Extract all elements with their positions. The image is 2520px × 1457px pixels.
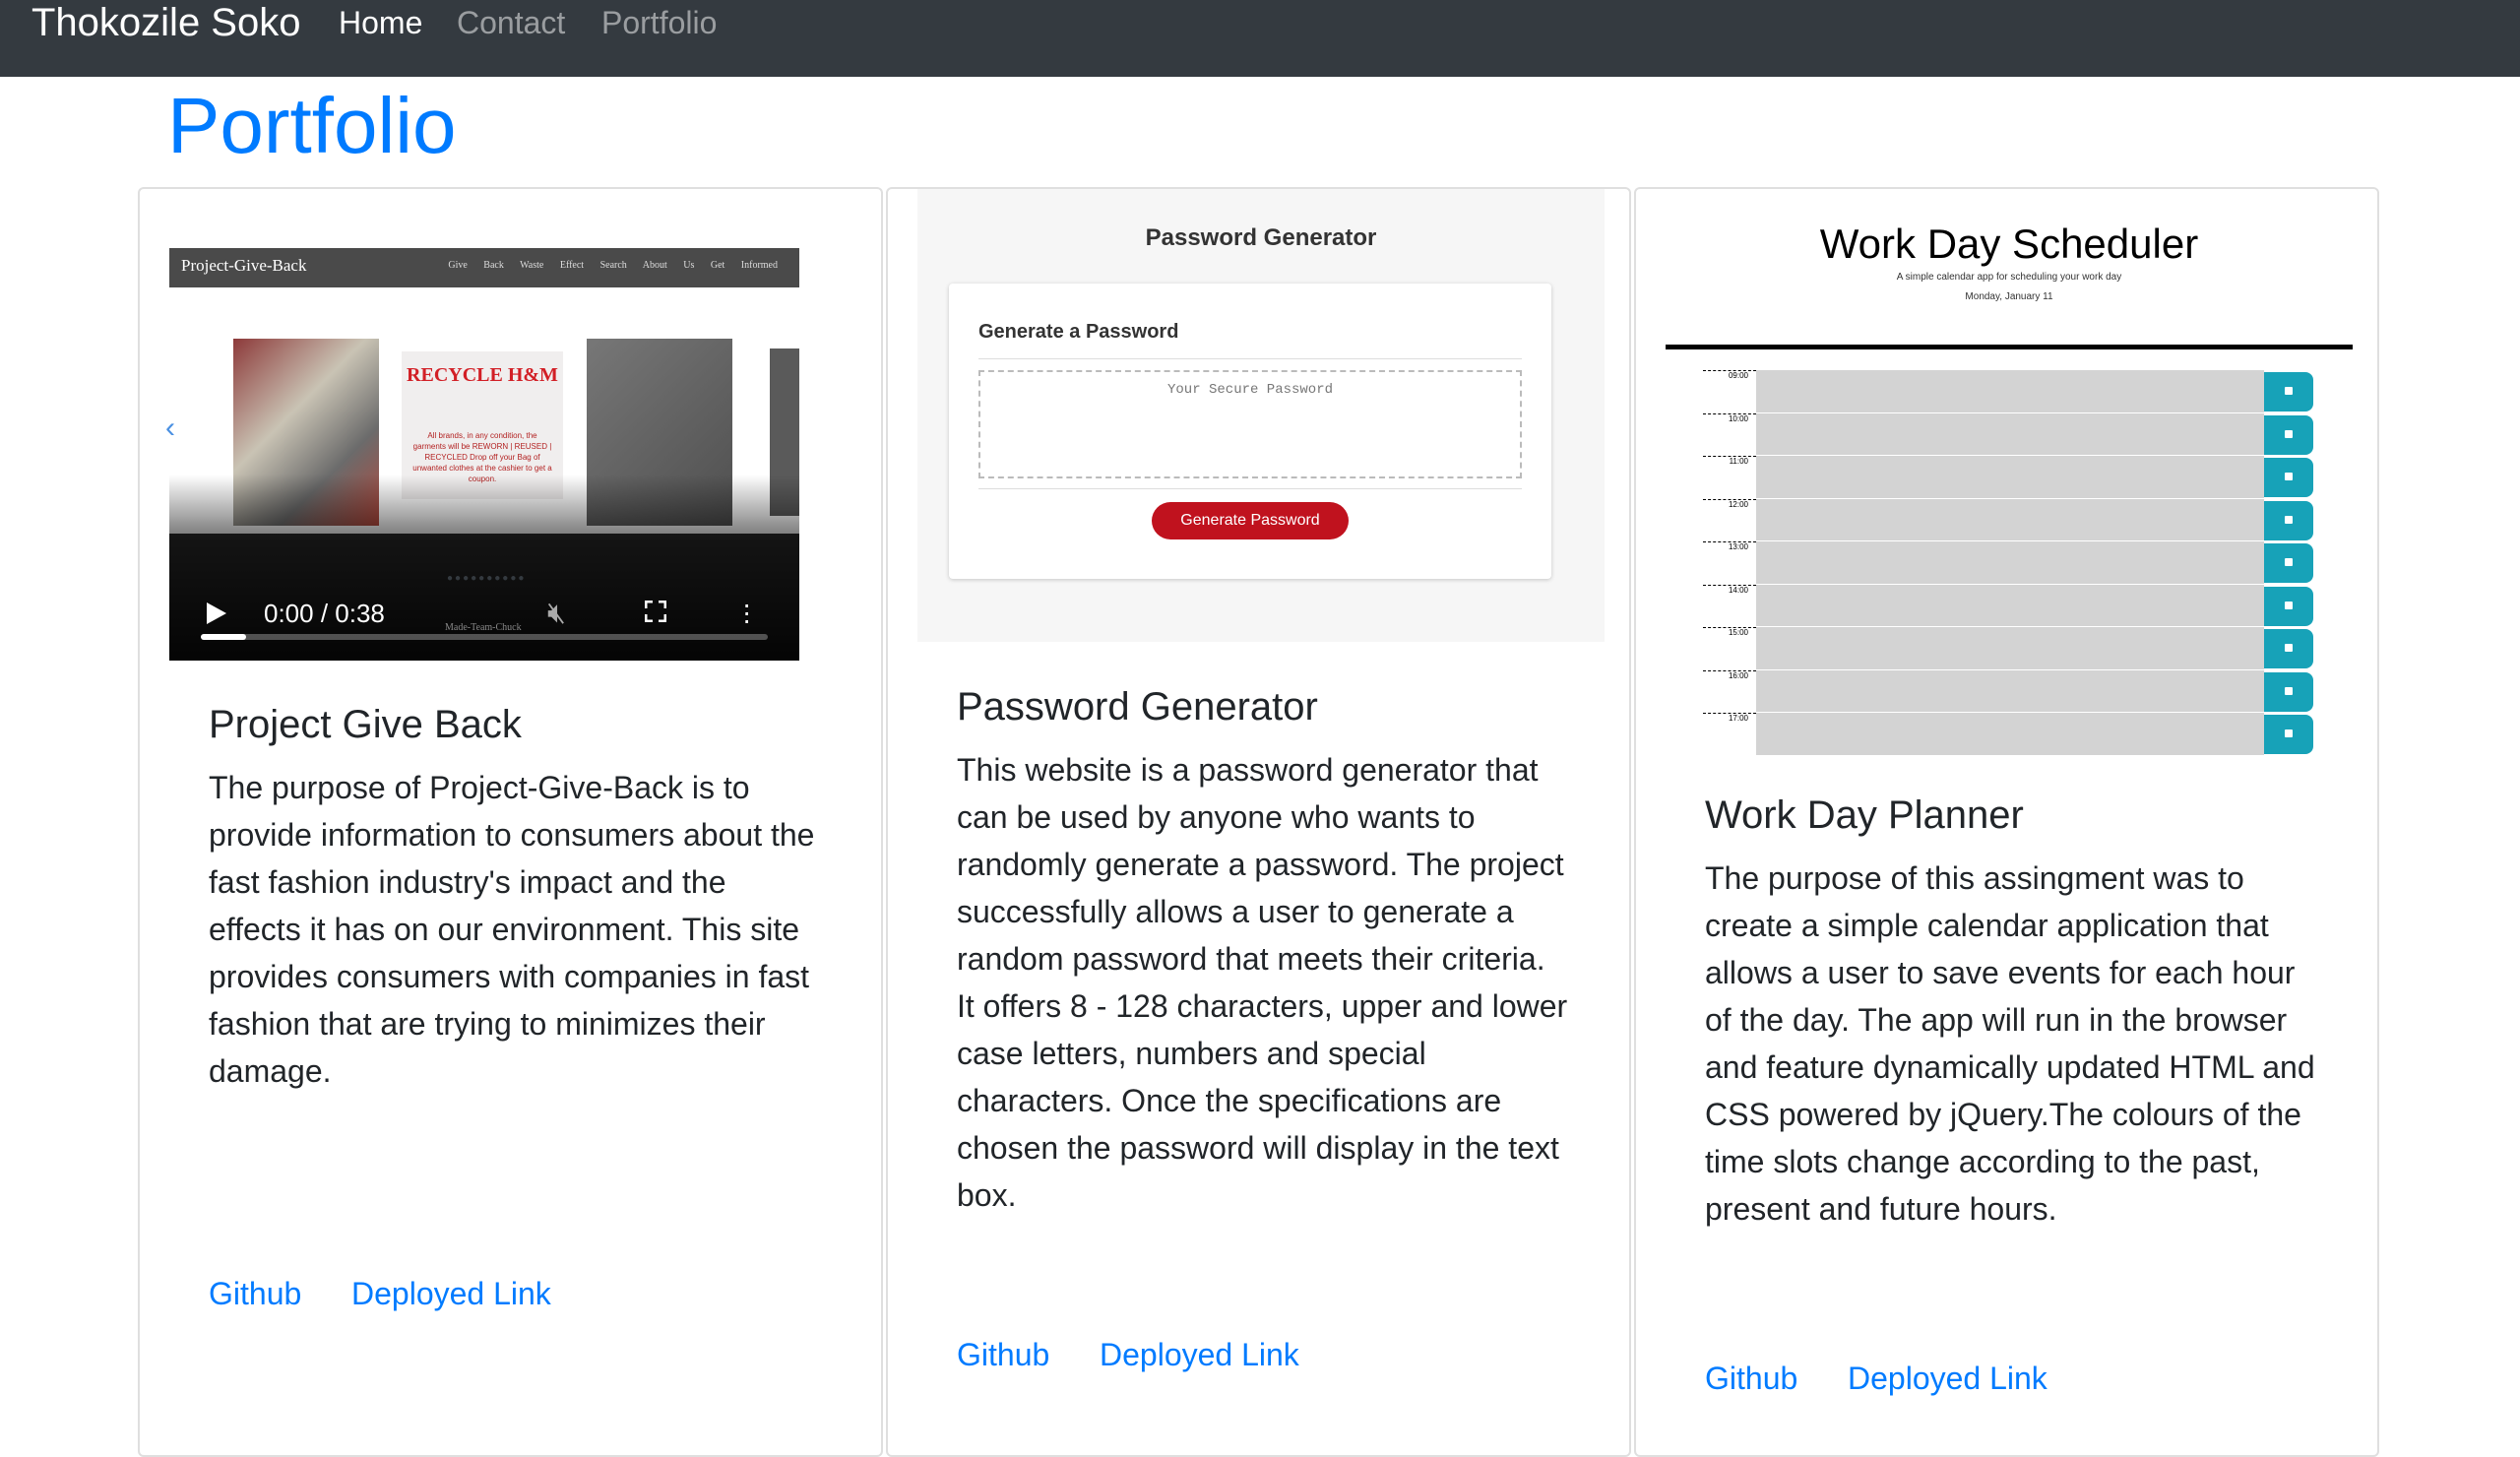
wd-hour-label: 13:00	[1703, 541, 1756, 585]
wd-hour-label: 15:00	[1703, 627, 1756, 670]
wd-save-button	[2264, 500, 2313, 540]
play-icon[interactable]	[207, 602, 226, 624]
divider	[978, 358, 1522, 359]
pw-preview-card: Generate a Password Your Secure Password…	[949, 284, 1551, 579]
lock-icon	[2285, 644, 2293, 652]
project-card-password-generator: Password Generator Generate a Password Y…	[886, 187, 1631, 1457]
divider	[1666, 345, 2353, 349]
video-site-header: Project-Give-Back Give Back Waste Effect…	[169, 248, 799, 287]
wd-hour-label: 16:00	[1703, 669, 1756, 714]
project-card-work-day-planner: Work Day Scheduler A simple calendar app…	[1634, 187, 2379, 1457]
card-title: Work Day Planner	[1705, 793, 2024, 837]
wd-event-slot	[1756, 498, 2264, 541]
lock-icon	[2285, 515, 2293, 524]
card-title: Password Generator	[957, 685, 1318, 728]
card-body: Password Generator This website is a pas…	[957, 683, 1570, 1219]
card-body: Project Give Back The purpose of Project…	[209, 701, 822, 1095]
lock-icon	[2285, 429, 2293, 438]
wd-hour-row: 11:00	[1703, 456, 2313, 499]
lock-icon	[2285, 387, 2293, 395]
generate-password-button: Generate Password	[1152, 502, 1349, 539]
wd-hour-row: 13:00	[1703, 541, 2313, 585]
wd-hour-label: 11:00	[1703, 456, 1756, 499]
wd-event-slot	[1756, 370, 2264, 413]
lock-icon	[2285, 686, 2293, 695]
wd-preview-subtitle: A simple calendar app for scheduling you…	[1896, 272, 2122, 283]
video-seek-progress	[201, 634, 247, 640]
work-day-scheduler-preview: Work Day Scheduler A simple calendar app…	[1666, 189, 2353, 770]
wd-save-button	[2264, 414, 2313, 455]
pw-preview-placeholder: Your Secure Password	[1166, 382, 1334, 398]
lock-icon	[2285, 473, 2293, 480]
wd-event-slot	[1756, 669, 2264, 713]
navbar: Thokozile Soko Home Contact Portfolio	[0, 0, 2520, 77]
navbar-brand[interactable]: Thokozile Soko	[32, 0, 300, 45]
pw-preview-title: Password Generator	[1145, 224, 1377, 251]
card-text: This website is a password generator tha…	[957, 752, 1568, 1213]
wd-save-button	[2264, 671, 2313, 712]
deployed-link[interactable]: Deployed Link	[1100, 1335, 1299, 1374]
github-link[interactable]: Github	[209, 1274, 301, 1313]
project-card-give-back: Project-Give-Back Give Back Waste Effect…	[138, 187, 883, 1457]
video-seek-bar[interactable]	[201, 634, 768, 640]
github-link[interactable]: Github	[957, 1335, 1049, 1374]
project-video[interactable]: Project-Give-Back Give Back Waste Effect…	[169, 248, 799, 661]
wd-save-button	[2264, 715, 2313, 754]
wd-event-slot	[1756, 627, 2264, 670]
wd-hour-label: 17:00	[1703, 713, 1756, 756]
wd-preview-title: Work Day Scheduler	[1819, 221, 2199, 267]
pw-preview-heading: Generate a Password	[978, 321, 1179, 343]
card-body: Work Day Planner The purpose of this ass…	[1705, 792, 2318, 1233]
deployed-link[interactable]: Deployed Link	[1848, 1359, 2048, 1398]
wd-hour-label: 12:00	[1703, 498, 1756, 542]
lock-icon	[2285, 729, 2293, 737]
card-text: The purpose of Project-Give-Back is to p…	[209, 770, 815, 1089]
more-options-icon[interactable]: · · ·	[742, 591, 751, 634]
wd-hour-row: 15:00	[1703, 627, 2313, 670]
nav-link-portfolio[interactable]: Portfolio	[601, 4, 717, 41]
wd-hour-row: 14:00	[1703, 584, 2313, 628]
github-link[interactable]: Github	[1705, 1359, 1797, 1398]
fullscreen-icon[interactable]	[645, 601, 666, 622]
deployed-link[interactable]: Deployed Link	[351, 1274, 551, 1313]
wd-event-slot	[1756, 412, 2264, 456]
wd-hour-row: 10:00	[1703, 412, 2313, 457]
wd-hour-label: 10:00	[1703, 412, 1756, 457]
wd-save-button	[2264, 586, 2313, 626]
carousel-prev-icon[interactable]: ‹	[165, 412, 175, 445]
wd-hour-row: 17:00	[1703, 713, 2313, 756]
wd-preview-date: Monday, January 11	[1965, 291, 2053, 302]
wd-event-slot	[1756, 713, 2264, 756]
nav-link-home[interactable]: Home	[339, 4, 422, 41]
lock-icon	[2285, 558, 2293, 566]
wd-save-button	[2264, 543, 2313, 583]
wd-hour-row: 16:00	[1703, 669, 2313, 714]
video-site-title: Project-Give-Back	[181, 256, 307, 275]
page-title: Portfolio	[167, 82, 457, 169]
wd-hour-label: 14:00	[1703, 584, 1756, 628]
wd-event-slot	[1756, 456, 2264, 499]
nav-link-contact[interactable]: Contact	[457, 4, 565, 41]
video-watermark: Made-Team-Chuck	[445, 622, 522, 633]
card-title: Project Give Back	[209, 703, 522, 746]
video-site-menu: Give Back Waste Effect Search About Us G…	[448, 260, 778, 271]
wd-hour-row: 12:00	[1703, 498, 2313, 542]
recycle-heading: RECYCLE H&M	[407, 364, 558, 386]
volume-muted-icon[interactable]: 🔇︎	[547, 597, 566, 630]
wd-save-button	[2264, 372, 2313, 412]
lock-icon	[2285, 601, 2293, 609]
wd-event-slot	[1756, 584, 2264, 627]
pw-preview-textarea: Your Secure Password	[978, 370, 1522, 478]
wd-hour-row: 09:00	[1703, 370, 2313, 413]
wd-save-button	[2264, 629, 2313, 668]
video-time: 0:00 / 0:38	[264, 599, 385, 628]
wd-event-slot	[1756, 541, 2264, 585]
wd-save-button	[2264, 458, 2313, 497]
wd-time-slots: 09:00 10:00 11:00 12:00 13:00 14:00 15:00 16:00…	[1703, 370, 2313, 756]
video-controls: 0:00 / 0:38 🔇︎ · · · Made-Team-Chuck	[169, 543, 799, 661]
card-text: The purpose of this assingment was to cr…	[1705, 860, 2315, 1227]
divider	[978, 488, 1522, 489]
password-generator-preview: Password Generator Generate a Password Y…	[917, 189, 1605, 642]
wd-hour-label: 09:00	[1703, 370, 1756, 413]
